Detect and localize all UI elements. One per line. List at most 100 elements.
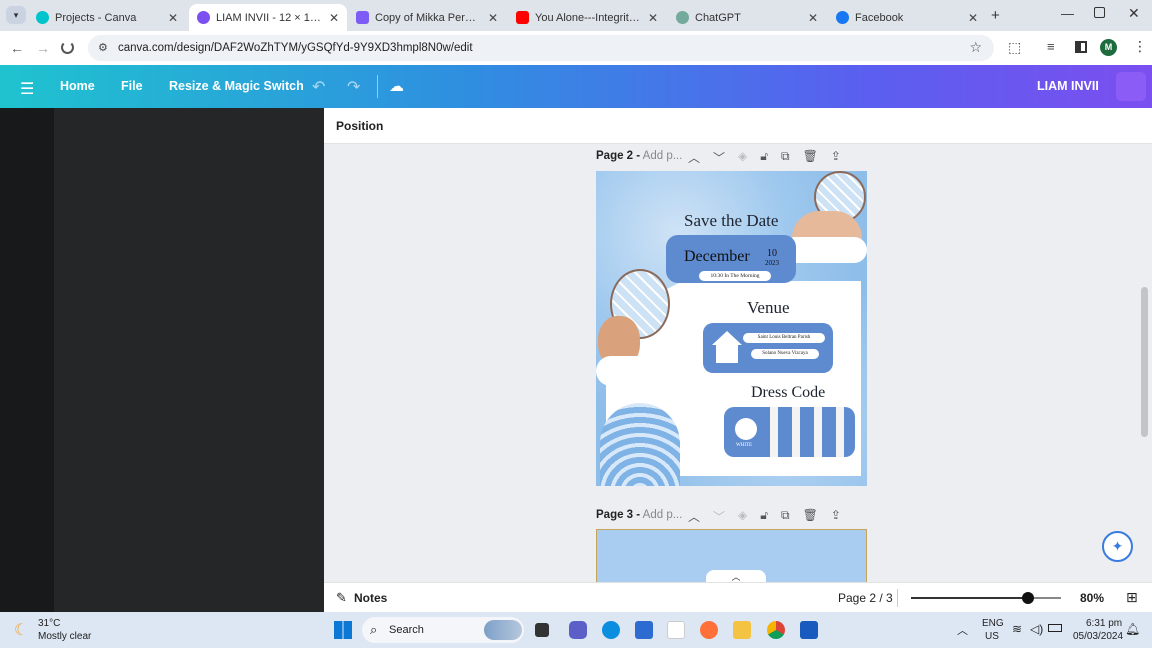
loading-stop-icon[interactable] — [61, 41, 74, 54]
site-info-icon[interactable]: ⚙ — [98, 41, 108, 54]
close-icon[interactable]: ✕ — [968, 11, 978, 25]
notification-bell-icon[interactable]: 🔔︎ — [1125, 622, 1140, 636]
weather-temp[interactable]: 31°C — [38, 618, 60, 629]
new-tab-plus-icon[interactable]: + — [991, 7, 1000, 24]
hide-icon[interactable]: ◈ — [738, 149, 747, 166]
page-indicator[interactable]: Page 2 / 3 — [838, 591, 893, 605]
extensions-icon[interactable]: ⬚ — [1008, 39, 1021, 56]
windows-start-icon[interactable] — [334, 621, 352, 639]
cloud-saved-icon[interactable]: ☁ — [389, 77, 404, 95]
tab-you-alone[interactable]: You Alone---Integrity Musi ✕ — [508, 4, 666, 31]
tab-title: You Alone---Integrity Musi — [535, 11, 642, 24]
wifi-icon[interactable]: ≋ — [1012, 622, 1022, 636]
amazon-icon[interactable] — [667, 621, 685, 639]
zoom-slider-thumb[interactable] — [1022, 592, 1034, 604]
facebook-favicon-icon — [836, 11, 849, 24]
resize-magic-switch-button[interactable]: Resize & Magic Switch — [169, 79, 304, 93]
volume-icon[interactable]: ◁) — [1030, 622, 1043, 636]
close-window-icon[interactable]: ✕ — [1128, 5, 1140, 22]
close-icon[interactable]: ✕ — [329, 11, 339, 25]
chat-app-icon[interactable] — [569, 621, 587, 639]
address-bar-row: ← → ⚙ canva.com/design/DAF2WoZhTYM/yGSQf… — [0, 31, 1152, 65]
undo-icon[interactable]: ↶ — [312, 77, 325, 97]
magic-assistant-button[interactable]: ✦ — [1102, 531, 1133, 562]
tab-search-dropdown[interactable]: ▾ — [6, 6, 26, 24]
bookmark-star-icon[interactable]: ☆ — [969, 39, 982, 56]
file-explorer-icon[interactable] — [733, 621, 751, 639]
venue-banner[interactable]: Saint Louis Beltran Parish Solano Nueva … — [703, 323, 833, 373]
url-text: canva.com/design/DAF2WoZhTYM/yGSQfYd-9Y9… — [118, 42, 473, 54]
design-page-2[interactable]: Save the Date December 10 2023 10:30 In … — [596, 171, 867, 486]
venue-title[interactable]: Venue — [747, 298, 789, 318]
scroll-up-chevron-icon[interactable]: ︿ — [706, 570, 766, 582]
close-icon[interactable]: ✕ — [488, 11, 498, 25]
share-button[interactable] — [1116, 72, 1146, 101]
tab-projects-canva[interactable]: Projects - Canva ✕ — [28, 4, 186, 31]
notes-button[interactable]: Notes — [354, 591, 387, 605]
page-title-input[interactable]: Add p... — [643, 509, 683, 521]
edge-browser-icon[interactable] — [602, 621, 620, 639]
url-input[interactable]: ⚙ canva.com/design/DAF2WoZhTYM/yGSQfYd-9… — [88, 35, 994, 61]
tab-title: Facebook — [855, 11, 904, 24]
back-arrow-icon[interactable]: ← — [10, 40, 24, 56]
page-title-input[interactable]: Add p... — [643, 150, 683, 162]
home-button[interactable]: Home — [60, 79, 95, 93]
chevron-down-icon[interactable]: ﹀ — [713, 149, 725, 166]
dress-code-banner[interactable]: WHITE — [724, 407, 855, 457]
close-icon[interactable]: ✕ — [168, 11, 178, 25]
forward-arrow-icon[interactable]: → — [36, 40, 50, 56]
store-icon[interactable] — [635, 621, 653, 639]
tab-liam-invii[interactable]: LIAM INVII - 12 × 14cm ✕ — [189, 4, 347, 31]
hamburger-menu-icon[interactable]: ☰ — [20, 79, 34, 99]
tab-chatgpt[interactable]: ChatGPT ✕ — [668, 4, 826, 31]
chevron-down-icon[interactable]: ﹀ — [713, 508, 725, 525]
time-pill[interactable]: 10:30 In The Morning — [699, 271, 771, 281]
position-button[interactable]: Position — [336, 119, 383, 133]
vertical-scrollbar[interactable] — [1141, 287, 1148, 437]
duplicate-icon[interactable]: ⧉ — [781, 149, 790, 166]
canva-top-toolbar: ☰ Home File Resize & Magic Switch ↶ ↷ ☁ … — [0, 65, 1152, 108]
firefox-icon[interactable] — [700, 621, 718, 639]
close-icon[interactable]: ✕ — [648, 11, 658, 25]
save-the-date-title[interactable]: Save the Date — [684, 211, 778, 231]
word-icon[interactable] — [800, 621, 818, 639]
chevron-up-icon[interactable]: ︿ — [688, 149, 700, 166]
tab-facebook[interactable]: Facebook ✕ — [828, 4, 986, 31]
battery-icon[interactable] — [1048, 624, 1062, 632]
browser-menu-icon[interactable]: ⋮ — [1133, 38, 1147, 55]
chrome-icon[interactable] — [767, 621, 785, 639]
zoom-value[interactable]: 80% — [1080, 591, 1104, 605]
venue-line-1: Saint Louis Beltran Parish — [743, 333, 825, 343]
restore-icon[interactable] — [1094, 7, 1105, 18]
side-panel-icon[interactable] — [1075, 41, 1087, 53]
project-title[interactable]: LIAM INVII — [1037, 79, 1099, 93]
notes-icon[interactable]: ✎ — [336, 590, 347, 606]
lock-icon[interactable]: 🔓︎ — [760, 508, 768, 525]
tab-copy-mikka[interactable]: Copy of Mikka Peralta_TEA ✕ — [348, 4, 506, 31]
minimize-icon[interactable]: — — [1061, 6, 1074, 21]
clock-time[interactable]: 6:31 pm — [1086, 618, 1122, 629]
language-eng[interactable]: ENG — [982, 618, 1004, 629]
task-view-icon[interactable] — [535, 623, 549, 637]
file-menu-button[interactable]: File — [121, 79, 143, 93]
taskbar-search-box[interactable]: ⌕ Search — [362, 617, 524, 643]
profile-avatar[interactable]: M — [1100, 39, 1117, 56]
zoom-slider[interactable] — [911, 592, 1061, 604]
redo-icon[interactable]: ↷ — [347, 77, 360, 97]
grid-view-icon[interactable]: ⊞ — [1126, 589, 1138, 606]
lock-icon[interactable]: 🔓︎ — [760, 149, 768, 166]
language-us[interactable]: US — [985, 631, 999, 642]
add-page-icon[interactable]: ⇪ — [831, 508, 841, 525]
weather-text[interactable]: Mostly clear — [38, 631, 91, 642]
close-icon[interactable]: ✕ — [808, 11, 818, 25]
duplicate-icon[interactable]: ⧉ — [781, 508, 790, 525]
media-control-icon[interactable]: ≡ — [1047, 39, 1055, 54]
tray-chevron-up-icon[interactable]: ︿ — [957, 622, 968, 638]
delete-icon[interactable]: 🗑︎ — [803, 149, 818, 166]
clock-date[interactable]: 05/03/2024 — [1073, 631, 1123, 642]
chevron-up-icon[interactable]: ︿ — [688, 508, 700, 525]
dress-code-title[interactable]: Dress Code — [751, 384, 825, 402]
hide-icon[interactable]: ◈ — [738, 508, 747, 525]
delete-icon[interactable]: 🗑︎ — [803, 508, 818, 525]
add-page-icon[interactable]: ⇪ — [831, 149, 841, 166]
